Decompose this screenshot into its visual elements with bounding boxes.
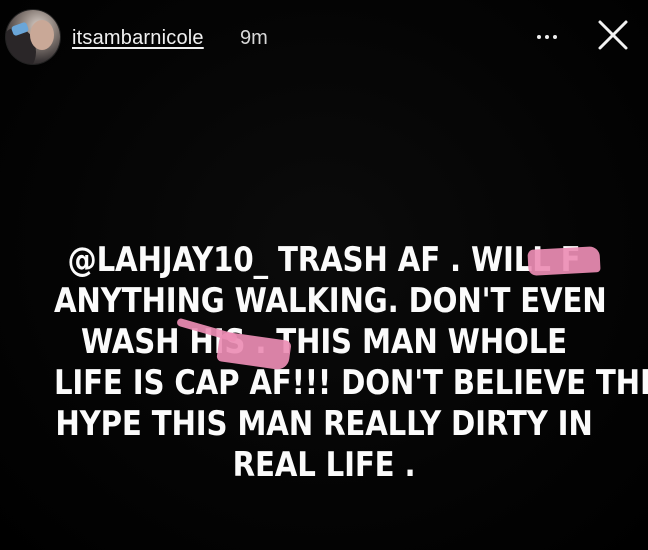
username-link[interactable]: itsambarnicole	[72, 27, 204, 50]
more-options-button[interactable]	[531, 24, 563, 50]
story-text-line: REAL LIFE .	[232, 445, 416, 485]
story-text: @LAHJAY10_ TRASH AF . WILL F ANYTHING WA…	[53, 240, 648, 486]
more-horizontal-icon-dot	[553, 35, 557, 39]
censor-scribble	[527, 246, 601, 276]
more-horizontal-icon	[537, 35, 541, 39]
story-text-line: @LAHJAY10_ TRASH AF . WILL F	[67, 240, 581, 280]
close-button[interactable]	[596, 18, 630, 52]
story-text-line: WASH HIS . THIS MAN WHOLE	[81, 322, 567, 362]
more-horizontal-icon-dot	[545, 35, 549, 39]
avatar[interactable]	[6, 10, 60, 64]
avatar-face	[30, 20, 54, 50]
story-text-line: LIFE IS CAP AF!!! DON'T BELIEVE THE	[53, 363, 648, 403]
story-text-line: ANYTHING WALKING. DON'T EVEN	[53, 281, 607, 321]
story-text-line: HYPE THIS MAN REALLY DIRTY IN	[55, 404, 593, 444]
close-icon	[598, 20, 628, 50]
story-viewer[interactable]: itsambarnicole 9m @LAHJAY10_ TRASH AF . …	[0, 0, 648, 550]
post-timestamp: 9m	[240, 27, 268, 49]
story-header: itsambarnicole 9m	[0, 0, 648, 80]
